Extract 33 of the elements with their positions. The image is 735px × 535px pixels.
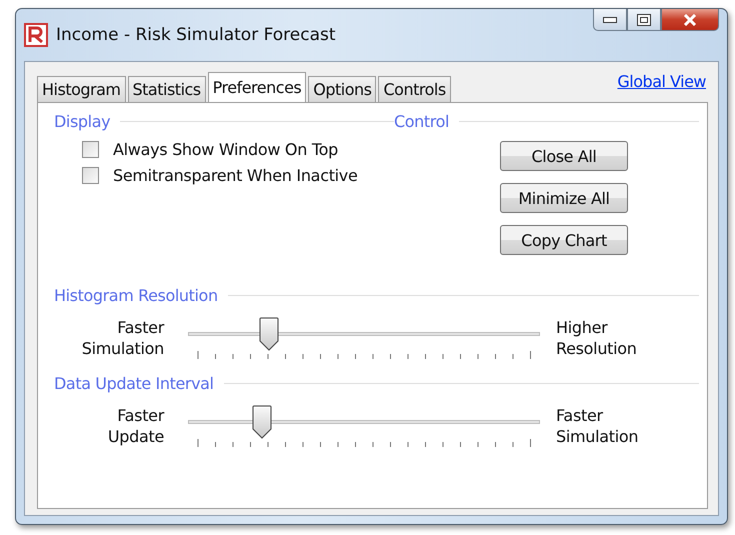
- slider-track[interactable]: [188, 405, 540, 439]
- tab[interactable]: Controls: [378, 76, 451, 102]
- action-button[interactable]: Close All: [500, 141, 628, 171]
- action-button[interactable]: Minimize All: [500, 183, 628, 213]
- maximize-button[interactable]: [627, 9, 661, 31]
- section-heading: Data Update Interval: [54, 374, 214, 392]
- close-button[interactable]: [661, 9, 719, 31]
- checkbox[interactable]: [82, 141, 99, 158]
- tab[interactable]: Histogram: [37, 76, 126, 102]
- tab[interactable]: Preferences: [208, 72, 306, 102]
- window-title: Income - Risk Simulator Forecast: [56, 25, 336, 45]
- app-logo-icon: [24, 23, 48, 47]
- slider-left-label: Faster Simulation: [80, 317, 164, 359]
- action-button[interactable]: Copy Chart: [500, 225, 628, 255]
- close-icon: [683, 14, 697, 26]
- checkbox-label: Semitransparent When Inactive: [113, 166, 358, 185]
- section-heading: Histogram Resolution: [54, 286, 218, 304]
- slider-right-label: Faster Simulation: [555, 405, 640, 447]
- tab[interactable]: Options: [308, 76, 376, 102]
- slider-thumb[interactable]: [258, 317, 279, 351]
- tab[interactable]: Statistics: [128, 76, 206, 102]
- maximize-icon: [637, 14, 651, 26]
- slider-track[interactable]: [188, 317, 540, 351]
- section-heading: Control: [394, 112, 450, 130]
- minimize-button[interactable]: [593, 9, 627, 31]
- slider-left-label: Faster Update: [106, 405, 164, 447]
- section-heading: Display: [54, 112, 110, 130]
- checkbox-label: Always Show Window On Top: [113, 140, 338, 159]
- global-view-link[interactable]: Global View: [617, 72, 712, 91]
- checkbox[interactable]: [82, 167, 99, 184]
- slider-thumb[interactable]: [252, 405, 272, 439]
- minimize-icon: [603, 16, 617, 22]
- slider-right-label: Higher Resolution: [555, 317, 638, 359]
